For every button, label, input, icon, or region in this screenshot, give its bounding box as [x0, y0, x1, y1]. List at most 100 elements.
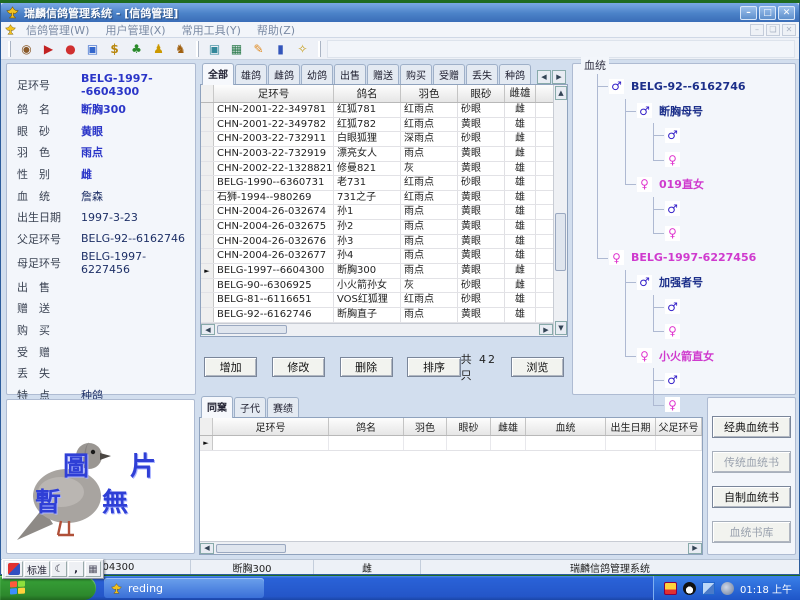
table-row[interactable]: CHN-2003-22-732919 漂亮女人 雨点 黄眼 雌: [201, 147, 553, 162]
tree-node-label[interactable]: 加强者号: [659, 274, 703, 290]
scroll-up-icon[interactable]: ▲: [555, 86, 567, 100]
list-tab-young[interactable]: 幼鸽: [301, 64, 333, 84]
table-row[interactable]: CHN-2002-22-1328821 修曼821 灰 黄眼 雄: [201, 162, 553, 177]
tree-node[interactable]: 断胸母号: [625, 99, 791, 173]
picture-icon[interactable]: ▣: [205, 40, 224, 57]
header-father-ring[interactable]: 父足环号: [656, 418, 702, 435]
table-row[interactable]: CHN-2004-26-032676 孙3 雨点 黄眼 雄: [201, 235, 553, 250]
header-sex[interactable]: 雌雄: [505, 85, 536, 102]
table-row[interactable]: CHN-2004-26-032674 孙1 雨点 黄眼 雄: [201, 205, 553, 220]
delete-button[interactable]: 删除: [340, 357, 393, 377]
computer-icon[interactable]: ▣: [83, 40, 102, 57]
tree-node-label[interactable]: BELG-1997-6227456: [631, 251, 756, 264]
tree-node[interactable]: [653, 368, 791, 393]
table-row[interactable]: CHN-2004-26-032677 孙4 雨点 黄眼 雄: [201, 249, 553, 264]
dart-icon[interactable]: ▶: [39, 40, 58, 57]
vertical-scrollbar[interactable]: ▲ ▼: [553, 85, 567, 336]
ime-keyboard-icon[interactable]: [85, 561, 101, 577]
tab-scroll-right-icon[interactable]: ▶: [552, 70, 566, 84]
ime-logo-icon[interactable]: [8, 563, 20, 575]
add-button[interactable]: 增加: [204, 357, 257, 377]
tree-node[interactable]: [653, 319, 791, 344]
table-row[interactable]: BELG-90--6306925 小火箭孙女 灰 砂眼 雌: [201, 279, 553, 294]
scroll-down-icon[interactable]: ▼: [555, 321, 567, 335]
classic-pedigree-button[interactable]: 经典血统书: [712, 416, 791, 438]
bird-icon[interactable]: ◉: [17, 40, 36, 57]
minimize-button[interactable]: [740, 6, 757, 20]
tree-node[interactable]: 019直女: [625, 172, 791, 246]
mushroom-icon[interactable]: ●: [61, 40, 80, 57]
qq-icon[interactable]: [683, 582, 696, 595]
tree-node[interactable]: BELG-1997-6227456 加强者号: [597, 246, 791, 418]
leaf-icon[interactable]: ♣: [127, 40, 146, 57]
mdi-minimize-button[interactable]: [750, 24, 764, 36]
tree-node-label[interactable]: 断胸母号: [659, 103, 703, 119]
tab-race-results[interactable]: 赛绩: [267, 397, 299, 417]
tree-node-label[interactable]: 019直女: [659, 176, 704, 192]
header-ring[interactable]: 足环号: [213, 418, 329, 435]
header-sex[interactable]: 雌雄: [491, 418, 526, 435]
moneybag-icon[interactable]: $: [105, 40, 124, 57]
table-row[interactable]: BELG-92--6162746 断胸直子 雨点 黄眼 雄: [201, 308, 553, 323]
tree-node[interactable]: BELG-92--6162746 断胸母号: [597, 74, 791, 246]
scrollbar-thumb[interactable]: [555, 213, 566, 271]
header-ring[interactable]: 足环号: [214, 85, 334, 102]
maximize-button[interactable]: [759, 6, 776, 20]
list-tab-sold[interactable]: 出售: [334, 64, 366, 84]
save-icon[interactable]: ▮: [271, 40, 290, 57]
header-color[interactable]: 羽色: [401, 85, 458, 102]
table-row[interactable]: BELG-1997--6604300 断胸300 雨点 黄眼 雌: [201, 264, 553, 279]
menu-common-tools[interactable]: 常用工具(Y): [175, 22, 248, 38]
header-name[interactable]: 鸽名: [334, 85, 401, 102]
menu-help[interactable]: 帮助(Z): [250, 22, 302, 38]
scroll-left-icon[interactable]: ◀: [200, 543, 214, 554]
sort-button[interactable]: 排序: [407, 357, 460, 377]
tree-node[interactable]: [653, 123, 791, 148]
scroll-right-icon[interactable]: ▶: [688, 543, 702, 554]
tab-scroll-left-icon[interactable]: ◀: [537, 70, 551, 84]
table-row[interactable]: BELG-1990--6360731 老731 红雨点 砂眼 雄: [201, 176, 553, 191]
table-row[interactable]: BELG-81--6116651 VOS红狐狸 红雨点 砂眼 雄: [201, 293, 553, 308]
table-row[interactable]: CHN-2001-22-349782 红狐782 红雨点 黄眼 雄: [201, 118, 553, 133]
tree-node[interactable]: [653, 148, 791, 173]
header-bloodline[interactable]: 血统: [526, 418, 606, 435]
network-icon[interactable]: [702, 582, 715, 595]
header-eye[interactable]: 眼砂: [458, 85, 505, 102]
tree-node[interactable]: [653, 295, 791, 320]
figure-icon[interactable]: ♟: [149, 40, 168, 57]
tree-node[interactable]: 加强者号: [625, 270, 791, 344]
app-tray-icon[interactable]: [664, 582, 677, 595]
ime-punctuation-icon[interactable]: ,: [68, 561, 84, 577]
list-tab-all[interactable]: 全部: [202, 63, 234, 85]
tab-offspring[interactable]: 子代: [234, 397, 266, 417]
table-row[interactable]: [200, 436, 702, 451]
scroll-left-icon[interactable]: ◀: [201, 324, 215, 335]
tab-same-nest[interactable]: 同窠: [201, 396, 233, 418]
list-tab-bought[interactable]: 购买: [400, 64, 432, 84]
list-tab-lost[interactable]: 丢失: [466, 64, 498, 84]
header-name[interactable]: 鸽名: [329, 418, 404, 435]
horizontal-scrollbar[interactable]: ◀ ▶: [200, 541, 702, 554]
volume-icon[interactable]: [721, 582, 734, 595]
ime-mode-label[interactable]: 标准: [24, 561, 50, 577]
tree-node-label[interactable]: 小火箭直女: [659, 348, 714, 364]
figures-icon[interactable]: ♞: [171, 40, 190, 57]
menu-pigeon-management[interactable]: 信鸽管理(W): [19, 22, 96, 38]
menu-user-management[interactable]: 用户管理(X): [98, 22, 172, 38]
list-tab-gifted[interactable]: 赠送: [367, 64, 399, 84]
mdi-restore-button[interactable]: [766, 24, 780, 36]
scroll-right-icon[interactable]: ▶: [539, 324, 553, 335]
list-tab-female[interactable]: 雌鸽: [268, 64, 300, 84]
clock[interactable]: 01:18 上午: [740, 581, 792, 596]
list-tab-received[interactable]: 受赠: [433, 64, 465, 84]
scrollbar-thumb[interactable]: [217, 325, 287, 334]
start-button[interactable]: [0, 576, 96, 600]
table-row[interactable]: CHN-2001-22-349781 红狐781 红雨点 砂眼 雌: [201, 103, 553, 118]
calculator-icon[interactable]: ▦: [227, 40, 246, 57]
pencil-icon[interactable]: ✎: [249, 40, 268, 57]
tree-node[interactable]: [653, 221, 791, 246]
header-eye[interactable]: 眼砂: [447, 418, 491, 435]
tree-node-label[interactable]: BELG-92--6162746: [631, 80, 746, 93]
scrollbar-thumb[interactable]: [216, 544, 286, 553]
custom-pedigree-button[interactable]: 自制血统书: [712, 486, 791, 508]
